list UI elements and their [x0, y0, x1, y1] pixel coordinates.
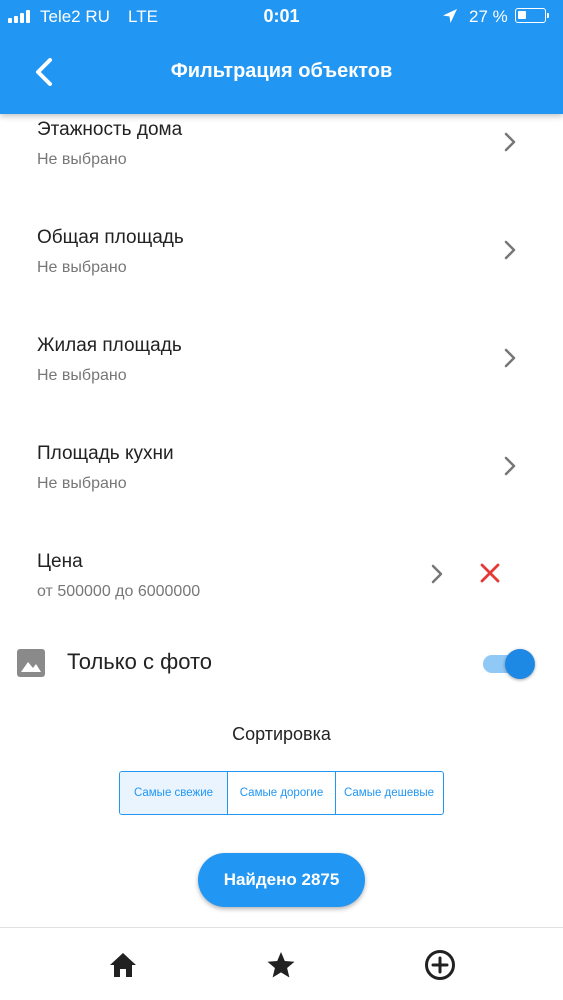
bottom-nav: [0, 927, 563, 1000]
filter-value: Не выбрано: [37, 259, 127, 276]
home-icon: [110, 953, 136, 977]
photo-only-row: Только с фото: [0, 640, 563, 686]
page-title: Фильтрация объектов: [170, 60, 393, 82]
nav-home[interactable]: [106, 948, 140, 982]
battery-icon: [515, 8, 549, 23]
chevron-right-icon: [504, 132, 516, 152]
add-circle-icon: [425, 950, 455, 980]
status-bar: Tele2 RU LTE 0:01 27 %: [0, 0, 563, 34]
filter-kitchen-area[interactable]: Площадь кухни Не выбрано: [0, 443, 563, 551]
filter-value: Не выбрано: [37, 475, 127, 492]
filter-total-area[interactable]: Общая площадь Не выбрано: [0, 227, 563, 335]
filter-label: Площадь кухни: [37, 443, 174, 464]
filter-label: Жилая площадь: [37, 335, 182, 356]
show-results-button[interactable]: Найдено 2875: [198, 853, 365, 907]
chevron-right-icon: [504, 240, 516, 260]
sort-newest-option[interactable]: Самые свежие: [120, 772, 228, 814]
chevron-right-icon: [504, 348, 516, 368]
sort-expensive-option[interactable]: Самые дорогие: [228, 772, 336, 814]
filter-label: Общая площадь: [37, 227, 184, 248]
clear-price-icon[interactable]: [479, 562, 501, 584]
filter-value: Не выбрано: [37, 367, 127, 384]
filter-living-area[interactable]: Жилая площадь Не выбрано: [0, 335, 563, 443]
star-icon: [267, 952, 295, 978]
nav-add[interactable]: [423, 948, 457, 982]
filter-label: Этажность дома: [37, 119, 183, 140]
photo-only-label: Только с фото: [67, 649, 213, 674]
sort-segmented-control: Самые свежие Самые дорогие Самые дешевые: [119, 771, 444, 815]
filter-floors[interactable]: Этажность дома Не выбрано: [0, 119, 563, 227]
filter-value: от 500000 до 6000000: [37, 583, 201, 600]
filter-screen: Tele2 RU LTE 0:01 27 % Фильтрация объект…: [0, 0, 563, 1000]
image-icon: [17, 649, 45, 677]
location-arrow-icon: [443, 9, 457, 23]
photo-only-toggle[interactable]: [481, 649, 537, 679]
sort-title: Сортировка: [232, 724, 331, 744]
chevron-right-icon: [504, 456, 516, 476]
filter-value: Не выбрано: [37, 151, 127, 168]
sort-cheap-option[interactable]: Самые дешевые: [336, 772, 442, 814]
nav-favorites[interactable]: [264, 948, 298, 982]
chevron-right-icon: [431, 564, 443, 584]
app-header: Tele2 RU LTE 0:01 27 % Фильтрация объект…: [0, 0, 563, 114]
filter-label: Цена: [37, 551, 83, 572]
battery-percent: 27 %: [469, 7, 508, 26]
